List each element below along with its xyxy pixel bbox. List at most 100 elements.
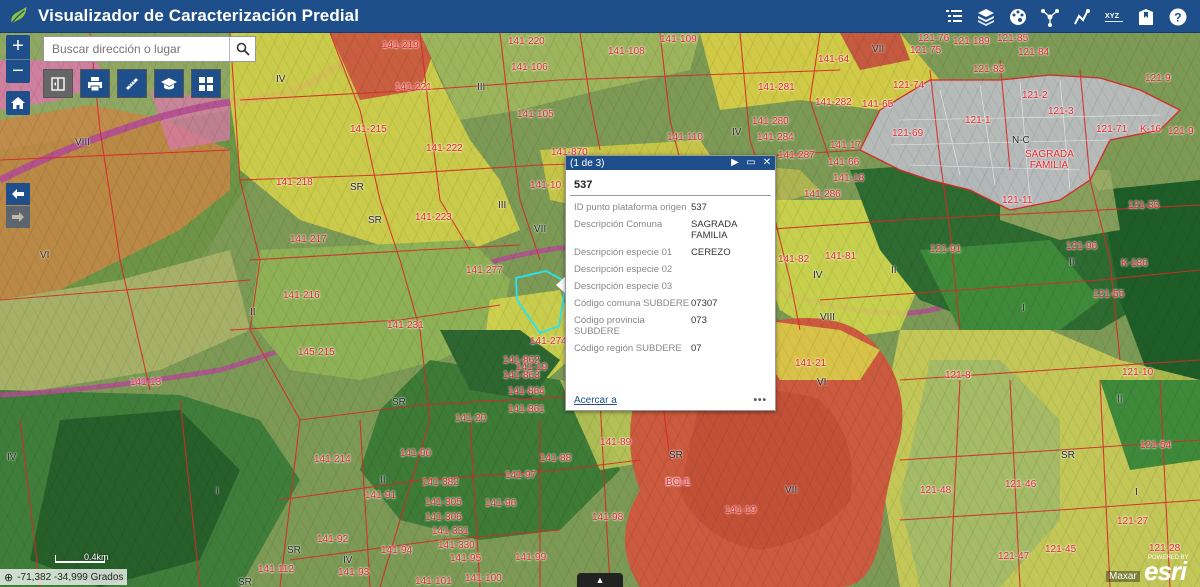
- parcel-label: 141-105: [517, 109, 554, 120]
- share-icon[interactable]: [1034, 0, 1066, 33]
- parcel-label: 121-54: [1140, 440, 1172, 451]
- school-icon: [161, 77, 177, 89]
- parcel-label: 141-274: [530, 336, 567, 347]
- parcel-label: 141-214: [314, 454, 351, 465]
- parcel-label: 141-217: [290, 234, 327, 245]
- popup-controls: ▶ ▭ ✕: [727, 156, 775, 170]
- soil-class-label: VII: [534, 224, 547, 235]
- feature-popup: (1 de 3) ▶ ▭ ✕ 537 ID punto plataforma o…: [565, 155, 776, 411]
- parcel-label: 141-10: [530, 180, 562, 191]
- measure-button[interactable]: [117, 69, 147, 98]
- crosshair-icon[interactable]: ⊕: [4, 571, 13, 584]
- header-toolbar: XYZ ?: [938, 0, 1194, 33]
- next-extent-button[interactable]: [6, 206, 30, 228]
- popup-field-row: Descripción especie 02: [566, 264, 775, 275]
- soil-class-label: SR: [287, 545, 301, 556]
- parcel-label: 141-95: [450, 553, 482, 564]
- soil-class-label: SR: [392, 397, 406, 408]
- help-icon[interactable]: ?: [1162, 0, 1194, 33]
- side-panel-button[interactable]: [43, 69, 73, 98]
- more-options-icon[interactable]: •••: [753, 395, 767, 406]
- parcel-label: 141-218: [276, 177, 313, 188]
- parcel-label: 141-65: [862, 99, 894, 110]
- parcel-label: 141-17: [830, 140, 862, 151]
- draw-icon[interactable]: [1066, 0, 1098, 33]
- popup-field-value: 07: [691, 343, 702, 354]
- popup-field-key: Descripción especie 02: [574, 264, 673, 275]
- arrow-left-icon: [12, 189, 24, 199]
- soil-class-label: II: [1117, 394, 1123, 405]
- parcel-label: 121-9: [1145, 73, 1171, 84]
- zoom-in-button[interactable]: +: [6, 35, 30, 59]
- parcel-label: 141-284: [757, 132, 794, 143]
- svg-text:?: ?: [1174, 10, 1181, 24]
- search-input[interactable]: [44, 37, 229, 61]
- parcel-label: 141-94: [381, 545, 413, 556]
- palette-icon[interactable]: [1002, 0, 1034, 33]
- popup-field-key: Descripción especie 01: [574, 247, 673, 258]
- soil-class-label: N-C: [1012, 135, 1030, 146]
- parcel-label: 141-110: [667, 132, 703, 143]
- parcel-label: 141-20: [455, 413, 487, 424]
- parcel-label: 121-85: [997, 33, 1029, 44]
- popup-field-key: Descripción especie 03: [574, 281, 673, 292]
- popup-field-value: SAGRADA FAMILIA: [691, 219, 737, 241]
- parcel-label: 141-306: [425, 512, 462, 523]
- previous-extent-button[interactable]: [6, 183, 30, 205]
- popup-field-row: Descripción especie 03: [566, 281, 775, 292]
- print-button[interactable]: [80, 69, 110, 98]
- parcel-label: 141-106: [511, 62, 548, 73]
- basemap-gallery-button[interactable]: [191, 69, 221, 98]
- popup-counter: (1 de 3): [570, 157, 605, 169]
- soil-class-label: II: [380, 475, 386, 486]
- soil-class-label: SR: [368, 215, 382, 226]
- powered-by-text: POWERED BY: [1148, 555, 1189, 561]
- attribute-table-toggle[interactable]: ▲: [577, 573, 623, 587]
- soil-class-label: IV: [343, 555, 353, 566]
- popup-field-value: CEREZO: [691, 247, 731, 258]
- education-button[interactable]: [154, 69, 184, 98]
- popup-field-row: Código provincia SUBDERE 073: [566, 315, 775, 337]
- parcel-label: 141-90: [400, 448, 432, 459]
- town-label: SAGRADA FAMILIA: [1025, 149, 1074, 171]
- layers-icon[interactable]: [970, 0, 1002, 33]
- popup-fields: ID punto plataforma origen 537 Descripción…: [566, 202, 775, 354]
- parcel-label: 141-864: [508, 386, 545, 397]
- soil-class-label: VI: [817, 377, 827, 388]
- parcel-label: 141-231: [387, 320, 424, 331]
- soil-class-label: I: [1135, 487, 1138, 498]
- parcel-label: 141-96: [485, 498, 517, 509]
- parcel-label: 121-9: [1168, 126, 1194, 137]
- popup-field-key: Descripción Comuna: [574, 219, 663, 230]
- popup-footer: Acercar a •••: [574, 395, 767, 406]
- soil-class-label: SR: [1061, 450, 1075, 461]
- close-icon[interactable]: ✕: [759, 156, 775, 170]
- parcel-label: 121-46: [1005, 479, 1037, 490]
- parcel-label: 141-382: [422, 477, 459, 488]
- parcel-label: 121-28: [1149, 543, 1181, 554]
- parcel-label: 121-8: [945, 370, 971, 381]
- next-feature-icon[interactable]: ▶: [727, 156, 743, 170]
- home-button[interactable]: [6, 91, 30, 115]
- zoom-out-button[interactable]: −: [6, 59, 30, 83]
- bookmark-icon[interactable]: [1130, 0, 1162, 33]
- parcel-label: 141-108: [608, 46, 645, 57]
- search-button[interactable]: [229, 37, 255, 61]
- parcel-label: 121-96: [1066, 241, 1098, 252]
- grid-icon: [199, 76, 213, 91]
- popup-field-value: 07307: [691, 298, 718, 309]
- town-label-text: SAGRADA FAMILIA: [1025, 149, 1074, 171]
- xyz-icon[interactable]: XYZ: [1098, 0, 1130, 33]
- soil-class-label: I: [216, 486, 219, 497]
- parcel-label: 141-222: [426, 143, 463, 154]
- maximize-icon[interactable]: ▭: [743, 156, 759, 170]
- zoom-to-link[interactable]: Acercar a: [574, 395, 617, 406]
- soil-class-label: VIII: [75, 137, 91, 148]
- coordinate-text: -71,382 -34,999 Grados: [17, 571, 124, 583]
- attribution-text: Maxar: [1106, 571, 1140, 582]
- soil-class-label: SR: [350, 182, 364, 193]
- parcel-label: 141-64: [818, 54, 850, 65]
- list-icon[interactable]: [938, 0, 970, 33]
- arrow-right-icon: [12, 212, 24, 222]
- side-panel-icon: [51, 76, 65, 91]
